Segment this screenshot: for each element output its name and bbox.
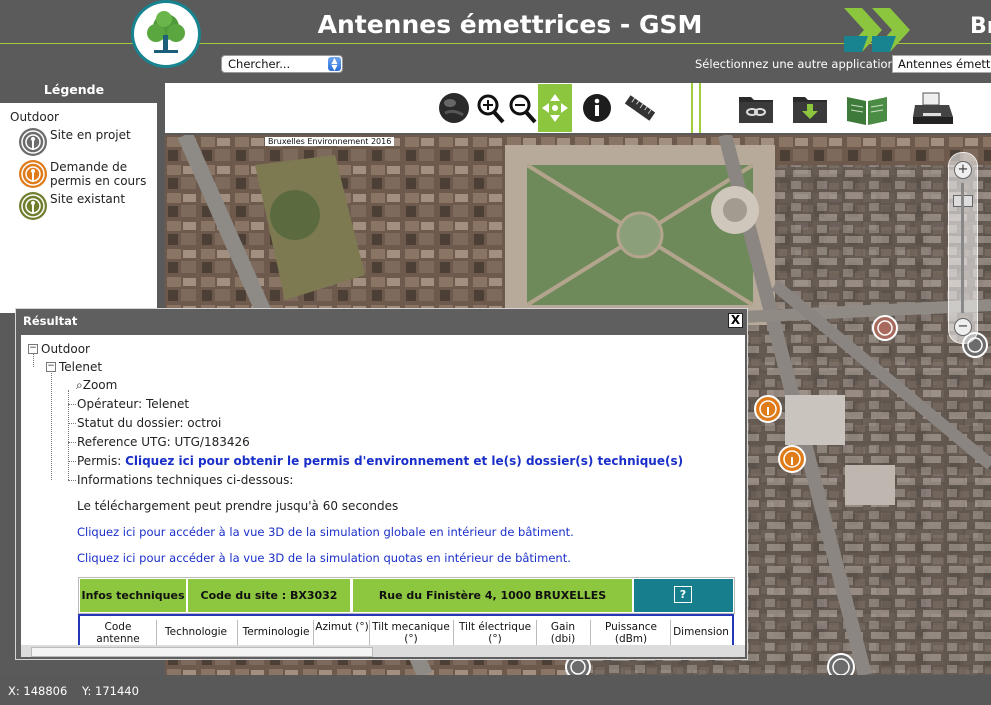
map-toolbar xyxy=(165,83,991,133)
column-header: Gain (dbi) xyxy=(550,621,576,645)
status-bar xyxy=(0,675,991,705)
antenna-grey-icon xyxy=(19,128,47,156)
brand-arrows-icon xyxy=(842,6,922,54)
search-select-value: Chercher... xyxy=(228,57,291,71)
pan-icon[interactable] xyxy=(538,84,572,132)
download-folder-icon[interactable] xyxy=(791,91,827,125)
legend-label: Site existant xyxy=(50,192,126,206)
help-button[interactable]: ? xyxy=(674,586,692,603)
tree-node-telenet[interactable]: Telenet xyxy=(59,360,102,374)
column-separator xyxy=(670,620,671,645)
result-dialog-title: Résultat xyxy=(23,314,78,328)
tree-connector xyxy=(33,353,34,367)
tree-collapse-toggle[interactable]: − xyxy=(46,362,56,372)
antenna-orange-icon xyxy=(19,160,47,188)
column-header: Puissance (dBm) xyxy=(605,621,657,645)
column-header: Terminologie xyxy=(242,626,310,638)
coordinate-x: X: 148806 xyxy=(8,684,68,698)
zoom-minus-button[interactable]: − xyxy=(954,318,972,336)
column-header: Code antenne xyxy=(96,621,140,645)
brand-text: Br xyxy=(970,14,991,39)
legend-category: Outdoor xyxy=(10,110,59,124)
logo-tree-icon[interactable] xyxy=(131,0,201,68)
zoom-link[interactable]: ⌕Zoom xyxy=(76,378,117,393)
column-separator xyxy=(156,620,157,645)
tree-connector xyxy=(68,461,76,462)
zoom-track xyxy=(961,183,964,313)
measure-ruler-icon[interactable] xyxy=(623,91,657,125)
operateur-info: Opérateur: Telenet xyxy=(77,397,190,411)
toolbar-separator xyxy=(691,83,693,133)
link-folder-icon[interactable] xyxy=(737,91,773,125)
antenna-orange-icon[interactable] xyxy=(754,395,782,423)
select-arrows-icon: ▲ ▼ xyxy=(328,57,341,72)
column-header: Dimension xyxy=(673,626,729,638)
download-note: Le téléchargement peut prendre jusqu'à 6… xyxy=(77,499,399,513)
globe-icon[interactable] xyxy=(437,91,471,125)
link-3d-global[interactable]: Cliquez ici pour accéder à la vue 3D de … xyxy=(77,525,574,539)
legend-title: Légende xyxy=(43,82,105,97)
page-title: Antennes émettrices - GSM xyxy=(317,10,703,39)
tree-connector xyxy=(68,442,76,443)
technical-table: Code antenne Technologie Terminologie Az… xyxy=(78,614,734,645)
antenna-orange-icon[interactable] xyxy=(778,445,806,473)
zoom-slider[interactable]: + − xyxy=(948,152,978,344)
tree-connector xyxy=(68,423,76,424)
info-icon[interactable] xyxy=(580,91,614,125)
scrollbar-thumb[interactable] xyxy=(31,647,373,657)
print-icon[interactable] xyxy=(911,91,955,125)
reference-info: Reference UTG: UTG/183426 xyxy=(77,435,250,449)
address-cell: Rue du Finistère 4, 1000 BRUXELLES xyxy=(353,579,632,612)
permis-row: Permis: Cliquez ici pour obtenir le perm… xyxy=(77,454,683,468)
zoom-out-icon[interactable] xyxy=(505,91,539,125)
column-separator xyxy=(536,620,537,645)
link-3d-quotas[interactable]: Cliquez ici pour accéder à la vue 3D de … xyxy=(77,551,571,565)
column-header: Technologie xyxy=(165,626,227,638)
toolbar-separator xyxy=(699,83,701,133)
infos-techniques-cell: Infos techniques xyxy=(80,579,186,612)
antenna-green-icon xyxy=(19,192,47,220)
column-header: Azimut (°) xyxy=(315,621,369,633)
infos-techniques-label: Informations techniques ci-dessous: xyxy=(77,473,294,487)
horizontal-scrollbar[interactable] xyxy=(21,645,745,657)
permis-link[interactable]: Cliquez ici pour obtenir le permis d'env… xyxy=(125,454,683,468)
tree-connector xyxy=(51,373,52,480)
tree-connector xyxy=(68,480,76,481)
code-site-cell: Code du site : BX3032 xyxy=(188,579,350,612)
book-icon[interactable] xyxy=(845,91,889,125)
column-separator xyxy=(590,620,591,645)
tree-connector xyxy=(68,404,76,405)
zoom-in-icon[interactable] xyxy=(473,91,507,125)
legend-label: Demande de permis en cours xyxy=(50,160,147,188)
zoom-label: Zoom xyxy=(82,378,118,392)
tree-node-outdoor[interactable]: Outdoor xyxy=(41,342,90,356)
zoom-plus-button[interactable]: + xyxy=(954,161,972,179)
column-header: Tilt mecanique (°) xyxy=(372,621,450,645)
close-button[interactable]: X xyxy=(728,313,743,328)
legend-panel: Outdoor Site en projet Demande de permis… xyxy=(0,103,157,313)
statut-info: Statut du dossier: octroi xyxy=(77,416,222,430)
other-app-select[interactable]: Antennes émettric xyxy=(892,55,991,73)
search-select[interactable]: Chercher... ▲ ▼ xyxy=(221,55,343,73)
column-header: Tilt électrique (°) xyxy=(458,621,532,645)
tree-collapse-toggle[interactable]: − xyxy=(28,344,38,354)
antenna-grey-icon[interactable] xyxy=(872,315,898,341)
coordinate-y: Y: 171440 xyxy=(82,684,139,698)
permis-label: Permis: xyxy=(77,454,122,468)
antenna-grey-icon[interactable] xyxy=(827,653,855,675)
map-attribution: Bruxelles Environnement 2016 xyxy=(265,137,395,146)
magnifier-icon: ⌕ xyxy=(76,378,83,392)
other-app-label: Sélectionnez une autre application xyxy=(695,57,895,71)
legend-label: Site en projet xyxy=(50,128,131,142)
